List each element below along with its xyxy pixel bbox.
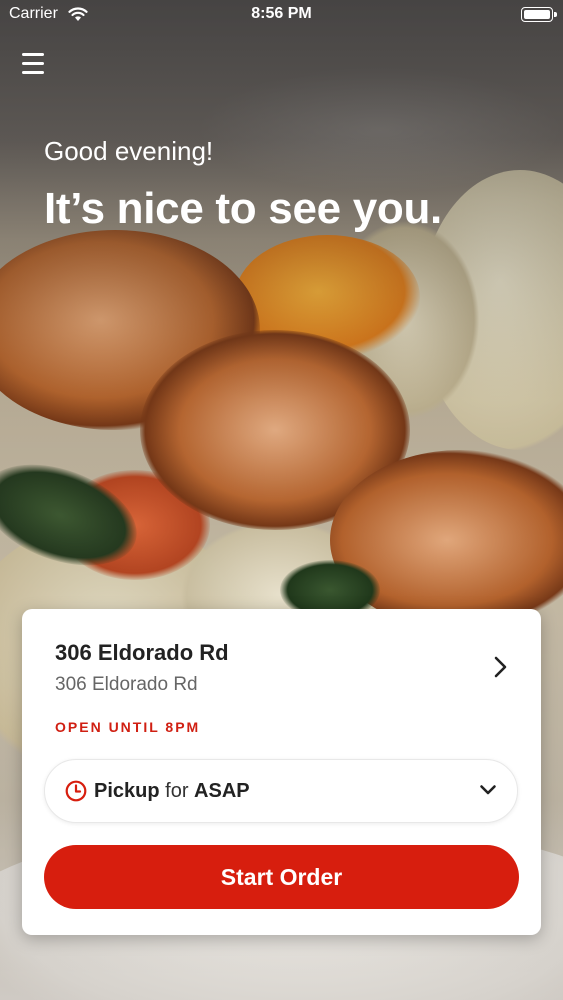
pickup-time-selector[interactable]: Pickup for ASAP (44, 759, 518, 823)
location-card: 306 Eldorado Rd 306 Eldorado Rd OPEN UNT… (22, 609, 541, 935)
hours-status: OPEN UNTIL 8PM (55, 719, 201, 735)
chevron-down-icon[interactable] (479, 783, 497, 797)
location-address: 306 Eldorado Rd (55, 674, 198, 695)
pickup-summary: Pickup for ASAP (94, 780, 250, 803)
pickup-mode: Pickup (94, 780, 160, 802)
pickup-connector: for (165, 780, 189, 802)
chevron-right-icon[interactable] (491, 655, 509, 679)
headline-text: It’s nice to see you. (44, 184, 442, 233)
hamburger-menu-icon[interactable] (22, 53, 44, 74)
greeting-text: Good evening! (44, 136, 214, 166)
pickup-time: ASAP (194, 780, 250, 802)
clock-time: 8:56 PM (251, 5, 312, 22)
status-bar: Carrier 8:56 PM (0, 0, 563, 30)
start-order-button[interactable]: Start Order (44, 845, 519, 909)
clock-icon (65, 780, 87, 802)
location-title: 306 Eldorado Rd (55, 640, 229, 665)
battery-icon (521, 7, 557, 22)
